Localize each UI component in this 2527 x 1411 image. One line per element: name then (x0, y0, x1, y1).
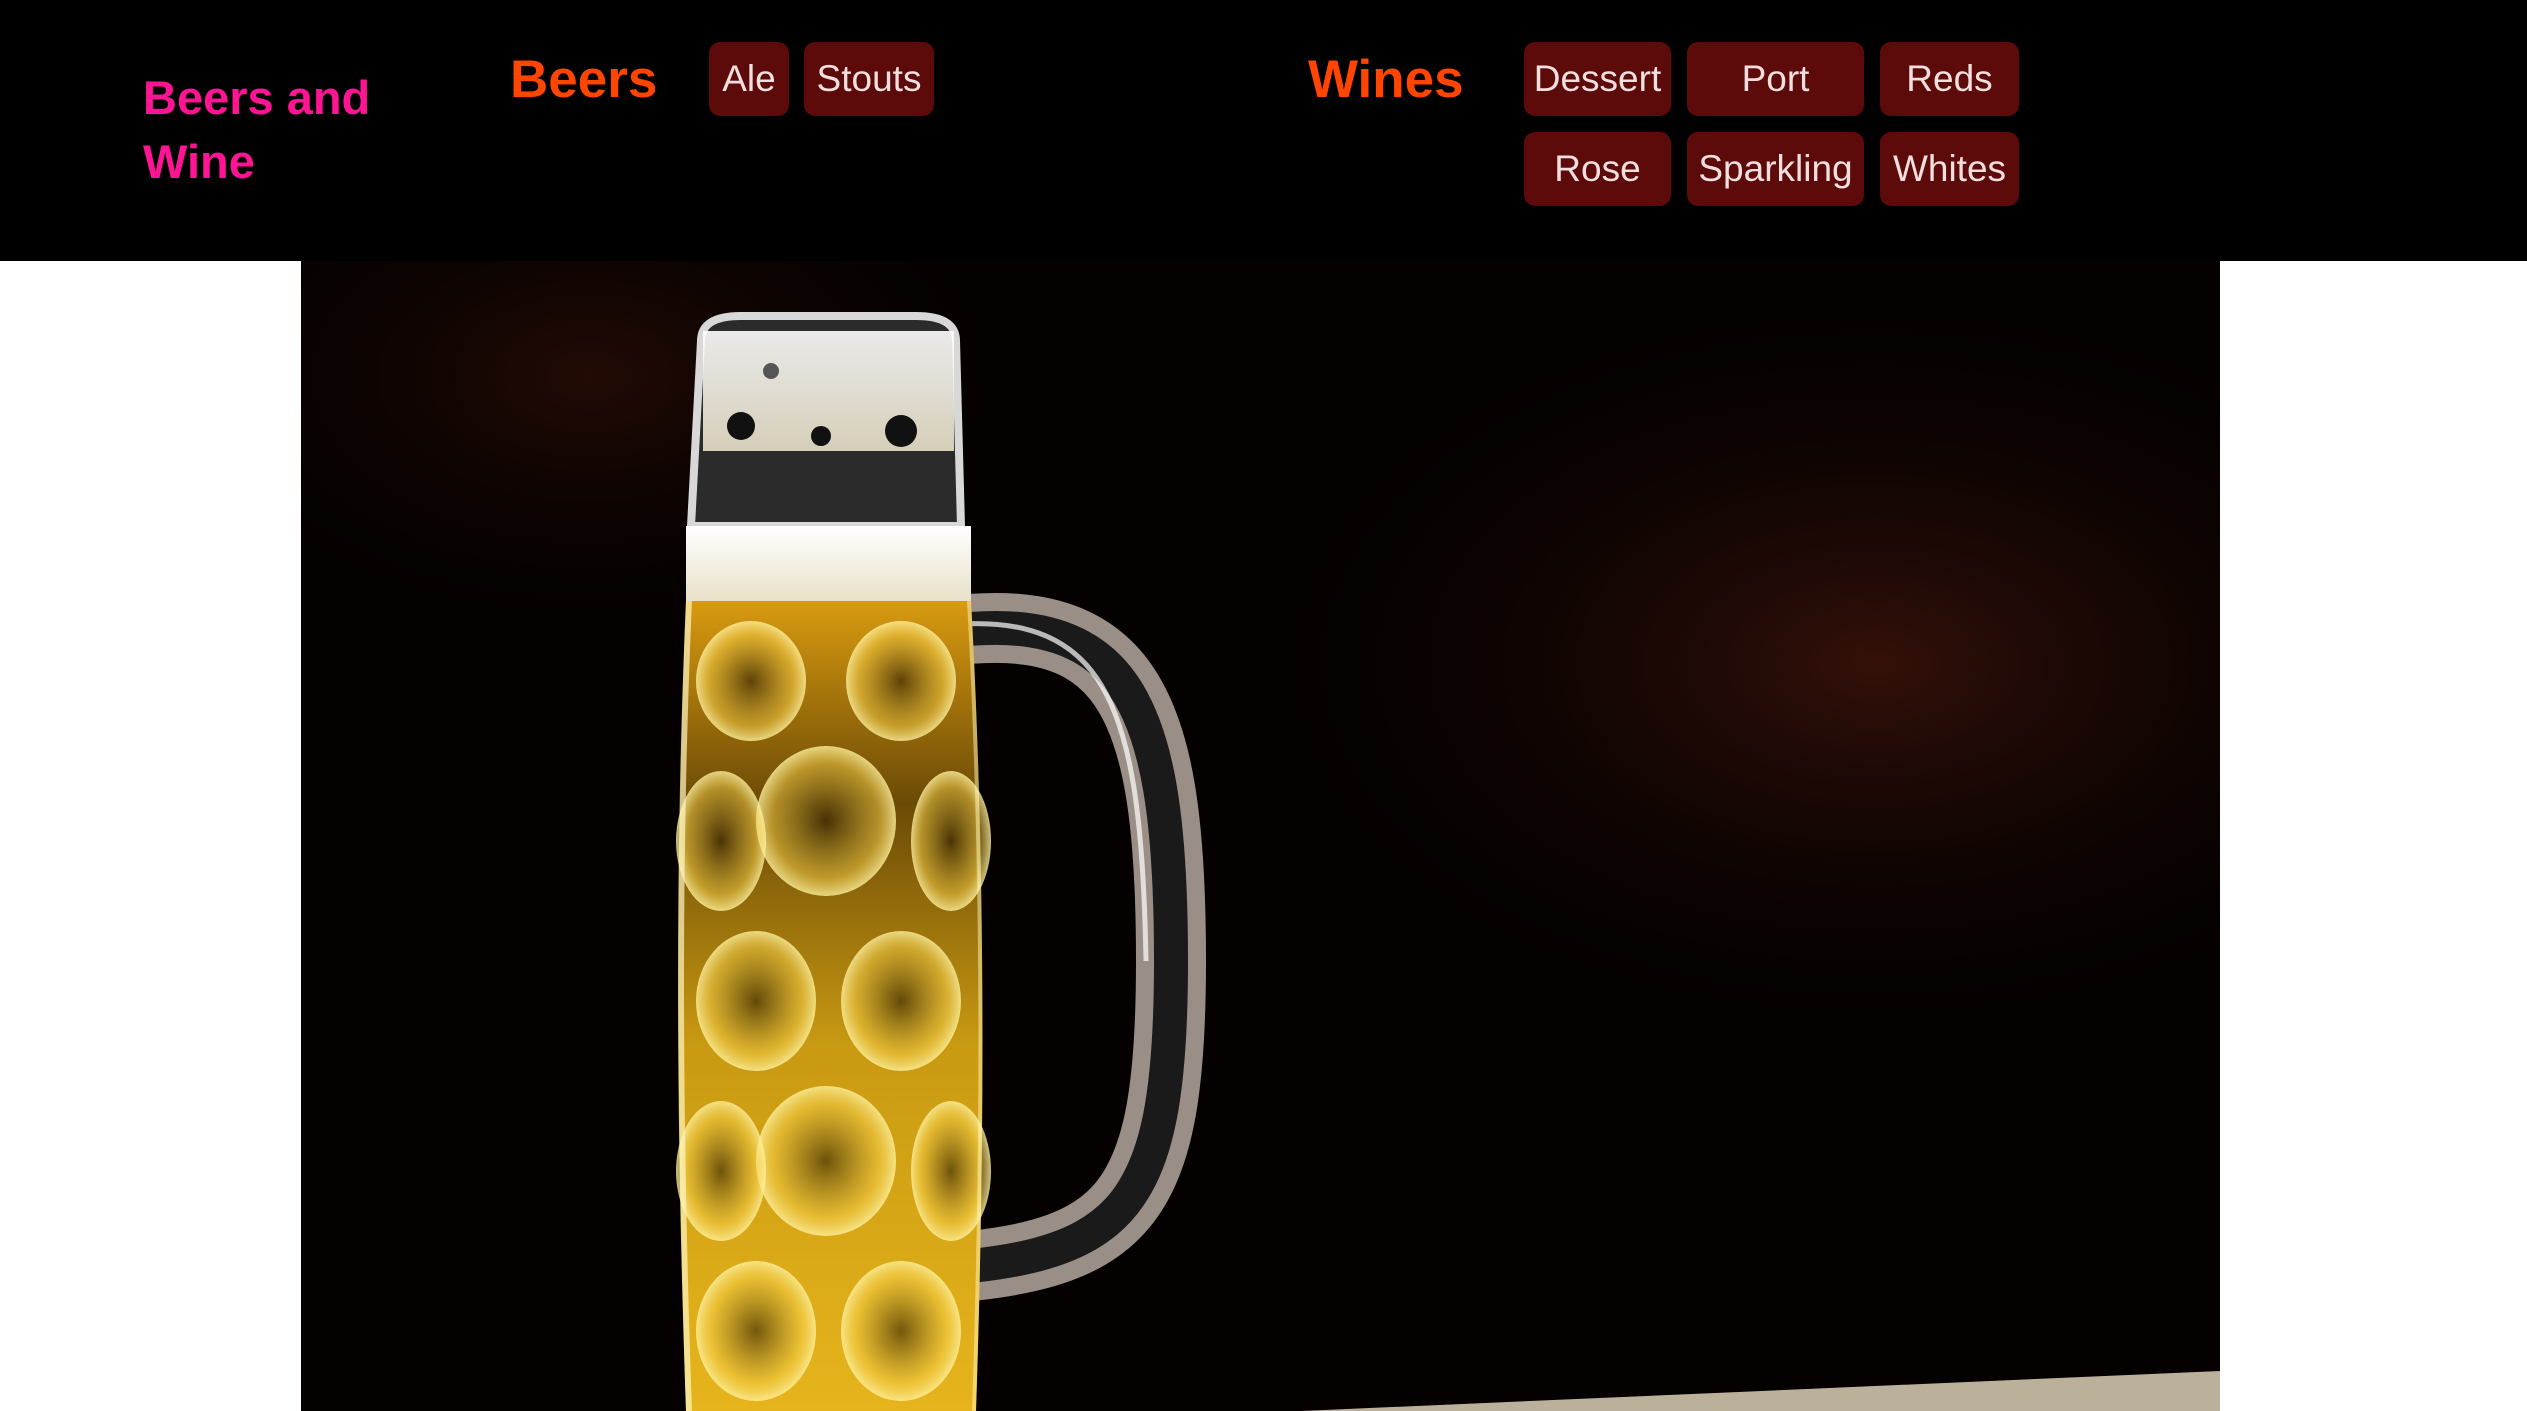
wine-button-rose[interactable]: Rose (1524, 132, 1671, 206)
wines-heading: Wines (1308, 50, 1464, 109)
beers-heading: Beers (510, 50, 658, 109)
site-header: Beers and Wine Beers Ale Stouts Wines De… (0, 0, 2527, 261)
site-title[interactable]: Beers and Wine (143, 66, 383, 194)
wine-button-sparkling[interactable]: Sparkling (1687, 132, 1864, 206)
wine-button-reds[interactable]: Reds (1880, 42, 2019, 116)
hero-beer-image (301, 261, 2220, 1411)
wine-button-dessert[interactable]: Dessert (1524, 42, 1671, 116)
wine-button-whites[interactable]: Whites (1880, 132, 2019, 206)
wine-button-port[interactable]: Port (1687, 42, 1864, 116)
beer-button-ale[interactable]: Ale (709, 42, 789, 116)
beer-button-stouts[interactable]: Stouts (804, 42, 934, 116)
